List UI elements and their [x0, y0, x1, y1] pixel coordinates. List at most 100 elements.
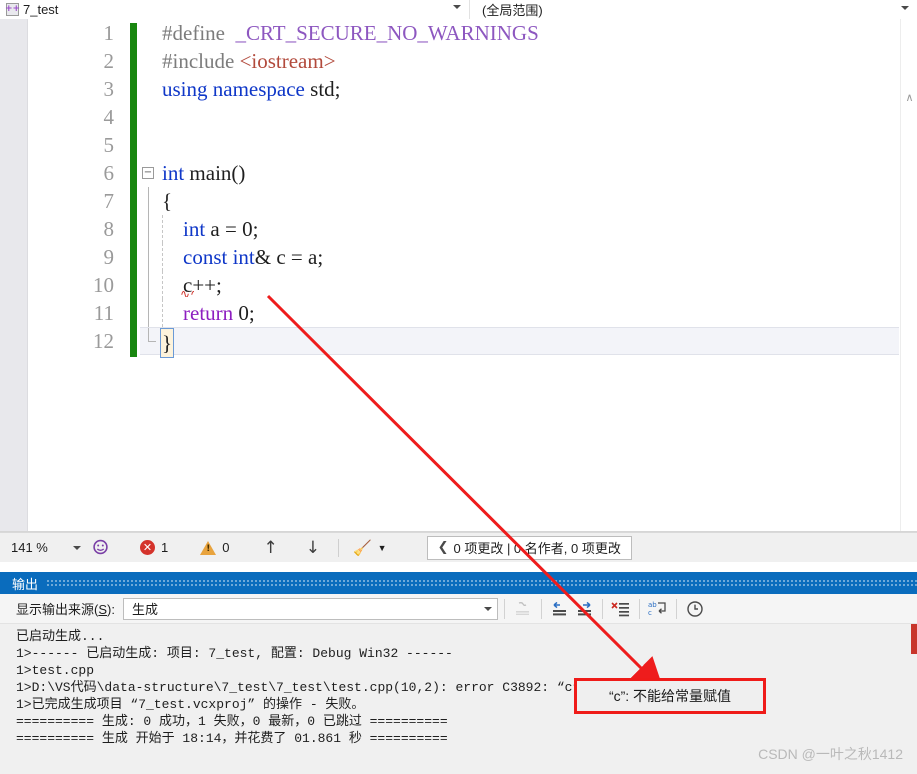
code-token: #include: [162, 49, 235, 73]
line-number: 6: [103, 161, 115, 185]
output-line: ========== 生成 开始于 18:14，并花费了 01.861 秒 ==…: [16, 731, 448, 746]
code-token: namespace: [212, 77, 305, 101]
code-line[interactable]: {: [140, 187, 899, 215]
line-number: 4: [103, 105, 115, 129]
scope-dropdown[interactable]: (全局范围): [470, 0, 917, 19]
collapse-region-icon[interactable]: −: [142, 167, 154, 179]
broom-icon: 🧹: [352, 538, 372, 557]
feedback-smiley-icon[interactable]: [86, 539, 114, 556]
output-source-value: 生成: [131, 602, 158, 617]
line-number: 11: [93, 301, 114, 325]
line-number: 9: [103, 245, 115, 269]
code-token: main(): [184, 161, 246, 185]
line-number: 8: [103, 217, 115, 241]
arrow-down-icon[interactable]: ↓: [306, 538, 320, 558]
code-token: ;: [252, 217, 259, 241]
arrow-up-icon[interactable]: ↑: [263, 538, 277, 558]
code-token: _CRT_SECURE_NO_WARNINGS: [235, 21, 539, 45]
find-message-source-icon[interactable]: [511, 598, 535, 620]
warning-count: 0: [222, 540, 230, 555]
svg-text:c: c: [648, 609, 652, 617]
code-line[interactable]: const int& c = a;: [140, 243, 899, 271]
output-line: 1>已完成生成项目 “7_test.vcxproj” 的操作 - 失败。: [16, 697, 365, 712]
output-source-select[interactable]: 生成: [122, 597, 498, 620]
code-text-area[interactable]: #define _CRT_SECURE_NO_WARNINGS #include …: [140, 19, 899, 531]
zoom-level-dropdown[interactable]: 141 %: [4, 536, 86, 559]
chevron-down-icon[interactable]: ▼: [378, 543, 387, 553]
code-token: 0: [238, 301, 249, 325]
toolbar-separator: [540, 598, 542, 619]
output-pane-header[interactable]: 输出: [0, 572, 917, 594]
code-line[interactable]: − int main(): [140, 159, 899, 187]
visual-studio-window: ++ 7_test (全局范围) 1 2 3 4 5 6 7 8 9 10 11 12 #define…: [0, 0, 917, 774]
line-number: 2: [103, 49, 115, 73]
line-number: 1: [103, 21, 115, 45]
code-token: std;: [304, 77, 341, 101]
chevron-left-icon: ❮: [437, 540, 449, 555]
svg-text:ab: ab: [648, 601, 657, 609]
fold-guide-line: [148, 215, 149, 243]
chevron-down-icon[interactable]: [453, 5, 461, 9]
source-control-status[interactable]: ❮ 0 项更改 | 0 名作者, 0 项更改: [426, 535, 632, 560]
code-line[interactable]: int a = 0;: [140, 215, 899, 243]
output-text[interactable]: 已启动生成... 1>------ 已启动生成: 项目: 7_test, 配置: …: [0, 624, 917, 774]
fold-guide-line: [148, 299, 149, 327]
editor-status-bar: 141 % ✕ 1 0 ↑ ↓ 🧹 ▼ ❮ 0 项更改 |: [0, 532, 917, 562]
code-line[interactable]: using namespace std;: [140, 75, 899, 103]
clear-all-icon[interactable]: [609, 598, 633, 620]
chevron-down-icon[interactable]: [901, 6, 909, 10]
error-count: 1: [161, 540, 169, 555]
editor-vertical-scrollbar[interactable]: ∧: [900, 19, 917, 531]
indent-guide: [162, 243, 163, 271]
status-separator: [337, 538, 339, 557]
warning-triangle-icon: [200, 540, 217, 555]
drag-grip[interactable]: [46, 579, 917, 587]
show-timestamps-icon[interactable]: [683, 598, 707, 620]
output-vertical-scrollbar[interactable]: [911, 624, 917, 774]
zoom-level-value: 141 %: [11, 540, 48, 555]
chevron-down-icon[interactable]: [73, 545, 81, 550]
output-line: 1>D:\VS代码\data-structure\7_test\7_test\t…: [16, 680, 687, 695]
line-number-gutter: 1 2 3 4 5 6 7 8 9 10 11 12: [28, 19, 128, 531]
code-token: const: [183, 245, 228, 269]
code-line[interactable]: [140, 131, 899, 159]
error-circle-icon: ✕: [140, 540, 155, 555]
output-line: 1>test.cpp: [16, 663, 95, 678]
code-line[interactable]: [140, 103, 899, 131]
code-line[interactable]: #include <iostream>: [140, 47, 899, 75]
indent-guide: [162, 271, 163, 299]
code-token: return: [183, 301, 234, 325]
indent-guide: [162, 299, 163, 327]
toolbar-separator: [638, 598, 640, 619]
chevron-down-icon[interactable]: [483, 606, 492, 611]
output-pane: 输出 显示输出来源(S): 生成 ab c 已启动生成... 1>------ …: [0, 572, 917, 774]
editor-selection-margin: [0, 19, 28, 531]
code-line[interactable]: }: [140, 327, 899, 358]
go-to-previous-message-icon[interactable]: [548, 598, 572, 620]
error-squiggle-icon: ∿∿: [180, 291, 194, 297]
code-line[interactable]: c++;∿∿: [140, 271, 899, 299]
error-count-indicator[interactable]: ✕ 1: [140, 540, 168, 555]
code-token: int: [183, 217, 206, 241]
code-line[interactable]: #define _CRT_SECURE_NO_WARNINGS: [140, 19, 899, 47]
line-number: 10: [93, 273, 114, 297]
code-token: int: [162, 161, 185, 185]
code-editor[interactable]: 1 2 3 4 5 6 7 8 9 10 11 12 #define _CRT_SECURE_NO_W…: [0, 19, 917, 532]
tab-label: 7_test: [23, 2, 59, 17]
fold-guide-line: [148, 271, 149, 299]
warning-count-indicator[interactable]: 0: [200, 540, 229, 555]
code-token: 0: [242, 217, 253, 241]
toggle-word-wrap-icon[interactable]: ab c: [646, 598, 670, 620]
toolbar-separator: [675, 598, 677, 619]
code-token: {: [162, 189, 173, 213]
editor-tab-7_test[interactable]: ++ 7_test: [0, 0, 470, 19]
code-line[interactable]: return 0;: [140, 299, 899, 327]
code-cleanup-button[interactable]: 🧹 ▼: [353, 539, 387, 557]
line-number: 12: [93, 329, 114, 353]
fold-guide-line: [148, 187, 149, 215]
go-to-next-message-icon[interactable]: [572, 598, 596, 620]
